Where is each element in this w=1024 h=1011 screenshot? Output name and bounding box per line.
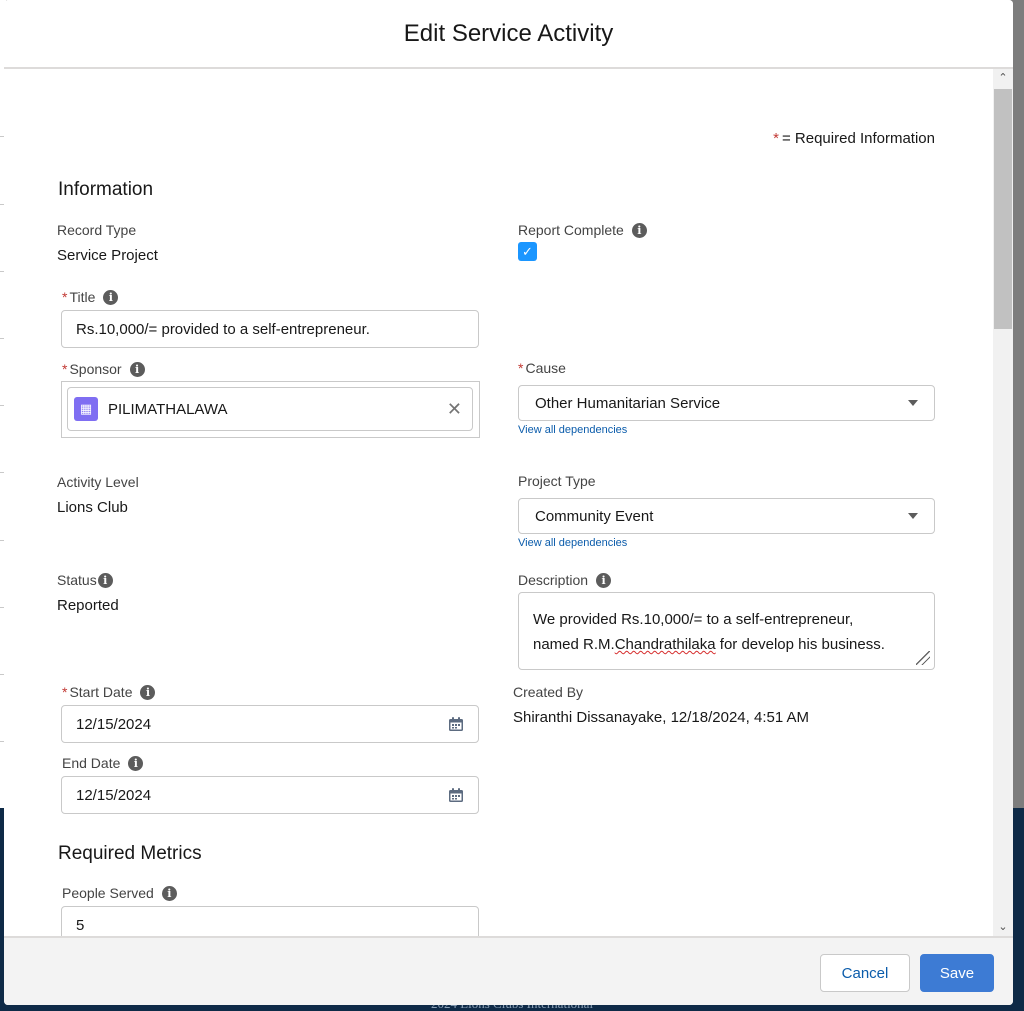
required-asterisk: *: [62, 361, 68, 377]
project-type-value: Community Event: [535, 507, 654, 525]
project-type-view-dependencies-link[interactable]: View all dependencies: [518, 537, 627, 549]
sponsor-label: * Sponsor i: [62, 361, 145, 377]
info-icon[interactable]: i: [97, 572, 113, 588]
modal-body: * = Required Information Information Reco…: [4, 69, 1013, 936]
scroll-down-icon[interactable]: ⌄: [993, 918, 1013, 936]
people-served-input[interactable]: 5: [61, 906, 479, 936]
sponsor-value: PILIMATHALAWA: [108, 400, 228, 418]
cause-label: * Cause: [518, 360, 566, 376]
sponsor-lookup[interactable]: ▦ PILIMATHALAWA ✕: [61, 381, 480, 438]
section-title-required-metrics: Required Metrics: [58, 843, 202, 864]
cancel-button[interactable]: Cancel: [820, 954, 910, 992]
scrollbar-thumb[interactable]: [994, 89, 1012, 329]
project-type-label: Project Type: [518, 473, 596, 489]
activity-level-label: Activity Level: [57, 474, 139, 490]
activity-level-value: Lions Club: [57, 499, 128, 516]
status-label: Status i: [57, 572, 113, 588]
info-icon[interactable]: i: [596, 572, 612, 588]
spellcheck-word: Chandrathilaka: [614, 636, 716, 653]
description-textarea[interactable]: We provided Rs.10,000/= to a self-entrep…: [518, 592, 935, 670]
calendar-icon[interactable]: [448, 716, 464, 732]
required-asterisk: *: [773, 130, 779, 147]
info-icon[interactable]: i: [140, 684, 156, 700]
end-date-input[interactable]: 12/15/2024: [61, 776, 479, 814]
people-served-label: People Served i: [62, 885, 177, 901]
required-asterisk: *: [518, 360, 524, 376]
info-icon[interactable]: i: [129, 361, 145, 377]
sponsor-pill[interactable]: ▦ PILIMATHALAWA ✕: [67, 387, 473, 431]
cause-view-dependencies-link[interactable]: View all dependencies: [518, 424, 627, 436]
title-input[interactable]: Rs.10,000/= provided to a self-entrepren…: [61, 310, 479, 348]
description-line-2: named R.M.Chandrathilaka for develop his…: [533, 636, 885, 653]
section-title-information: Information: [58, 179, 154, 200]
end-date-label: End Date i: [62, 755, 144, 771]
required-asterisk: *: [62, 684, 68, 700]
end-date-value: 12/15/2024: [76, 786, 152, 804]
cause-select[interactable]: Other Humanitarian Service: [518, 385, 935, 421]
info-icon[interactable]: i: [128, 755, 144, 771]
modal-title: Edit Service Activity: [403, 20, 614, 47]
save-button[interactable]: Save: [920, 954, 994, 992]
scroll-up-icon[interactable]: ⌃: [993, 69, 1013, 87]
description-line-1: We provided Rs.10,000/= to a self-entrep…: [533, 611, 854, 628]
modal-scrollbar[interactable]: ⌃ ⌄: [993, 69, 1013, 936]
created-by-label: Created By: [513, 684, 584, 700]
info-icon[interactable]: i: [161, 885, 177, 901]
calendar-icon[interactable]: [448, 787, 464, 803]
title-label: * Title i: [62, 289, 119, 305]
description-label: Description i: [518, 572, 612, 588]
project-type-select[interactable]: Community Event: [518, 498, 935, 534]
account-icon: ▦: [74, 397, 98, 421]
chevron-down-icon: [908, 400, 918, 406]
required-asterisk: *: [62, 289, 68, 305]
start-date-input[interactable]: 12/15/2024: [61, 705, 479, 743]
report-complete-checkbox[interactable]: ✓: [518, 242, 537, 261]
required-information-note: * = Required Information: [773, 130, 935, 147]
chevron-down-icon: [908, 513, 918, 519]
start-date-value: 12/15/2024: [76, 715, 152, 733]
status-value: Reported: [57, 597, 119, 614]
clear-selection-icon[interactable]: ✕: [447, 399, 462, 420]
report-complete-label: Report Complete i: [518, 222, 647, 238]
record-type-label: Record Type: [57, 222, 137, 238]
record-type-value: Service Project: [57, 247, 158, 264]
modal-footer: Cancel Save: [4, 936, 1013, 1005]
start-date-label: * Start Date i: [62, 684, 156, 700]
resize-handle[interactable]: [916, 651, 930, 665]
created-by-value: Shiranthi Dissanayake, 12/18/2024, 4:51 …: [513, 709, 810, 726]
info-icon[interactable]: i: [631, 222, 647, 238]
cause-value: Other Humanitarian Service: [535, 394, 721, 412]
modal-header: Edit Service Activity: [4, 0, 1013, 69]
info-icon[interactable]: i: [103, 289, 119, 305]
edit-service-activity-modal: Edit Service Activity * = Required Inform…: [4, 0, 1013, 1005]
